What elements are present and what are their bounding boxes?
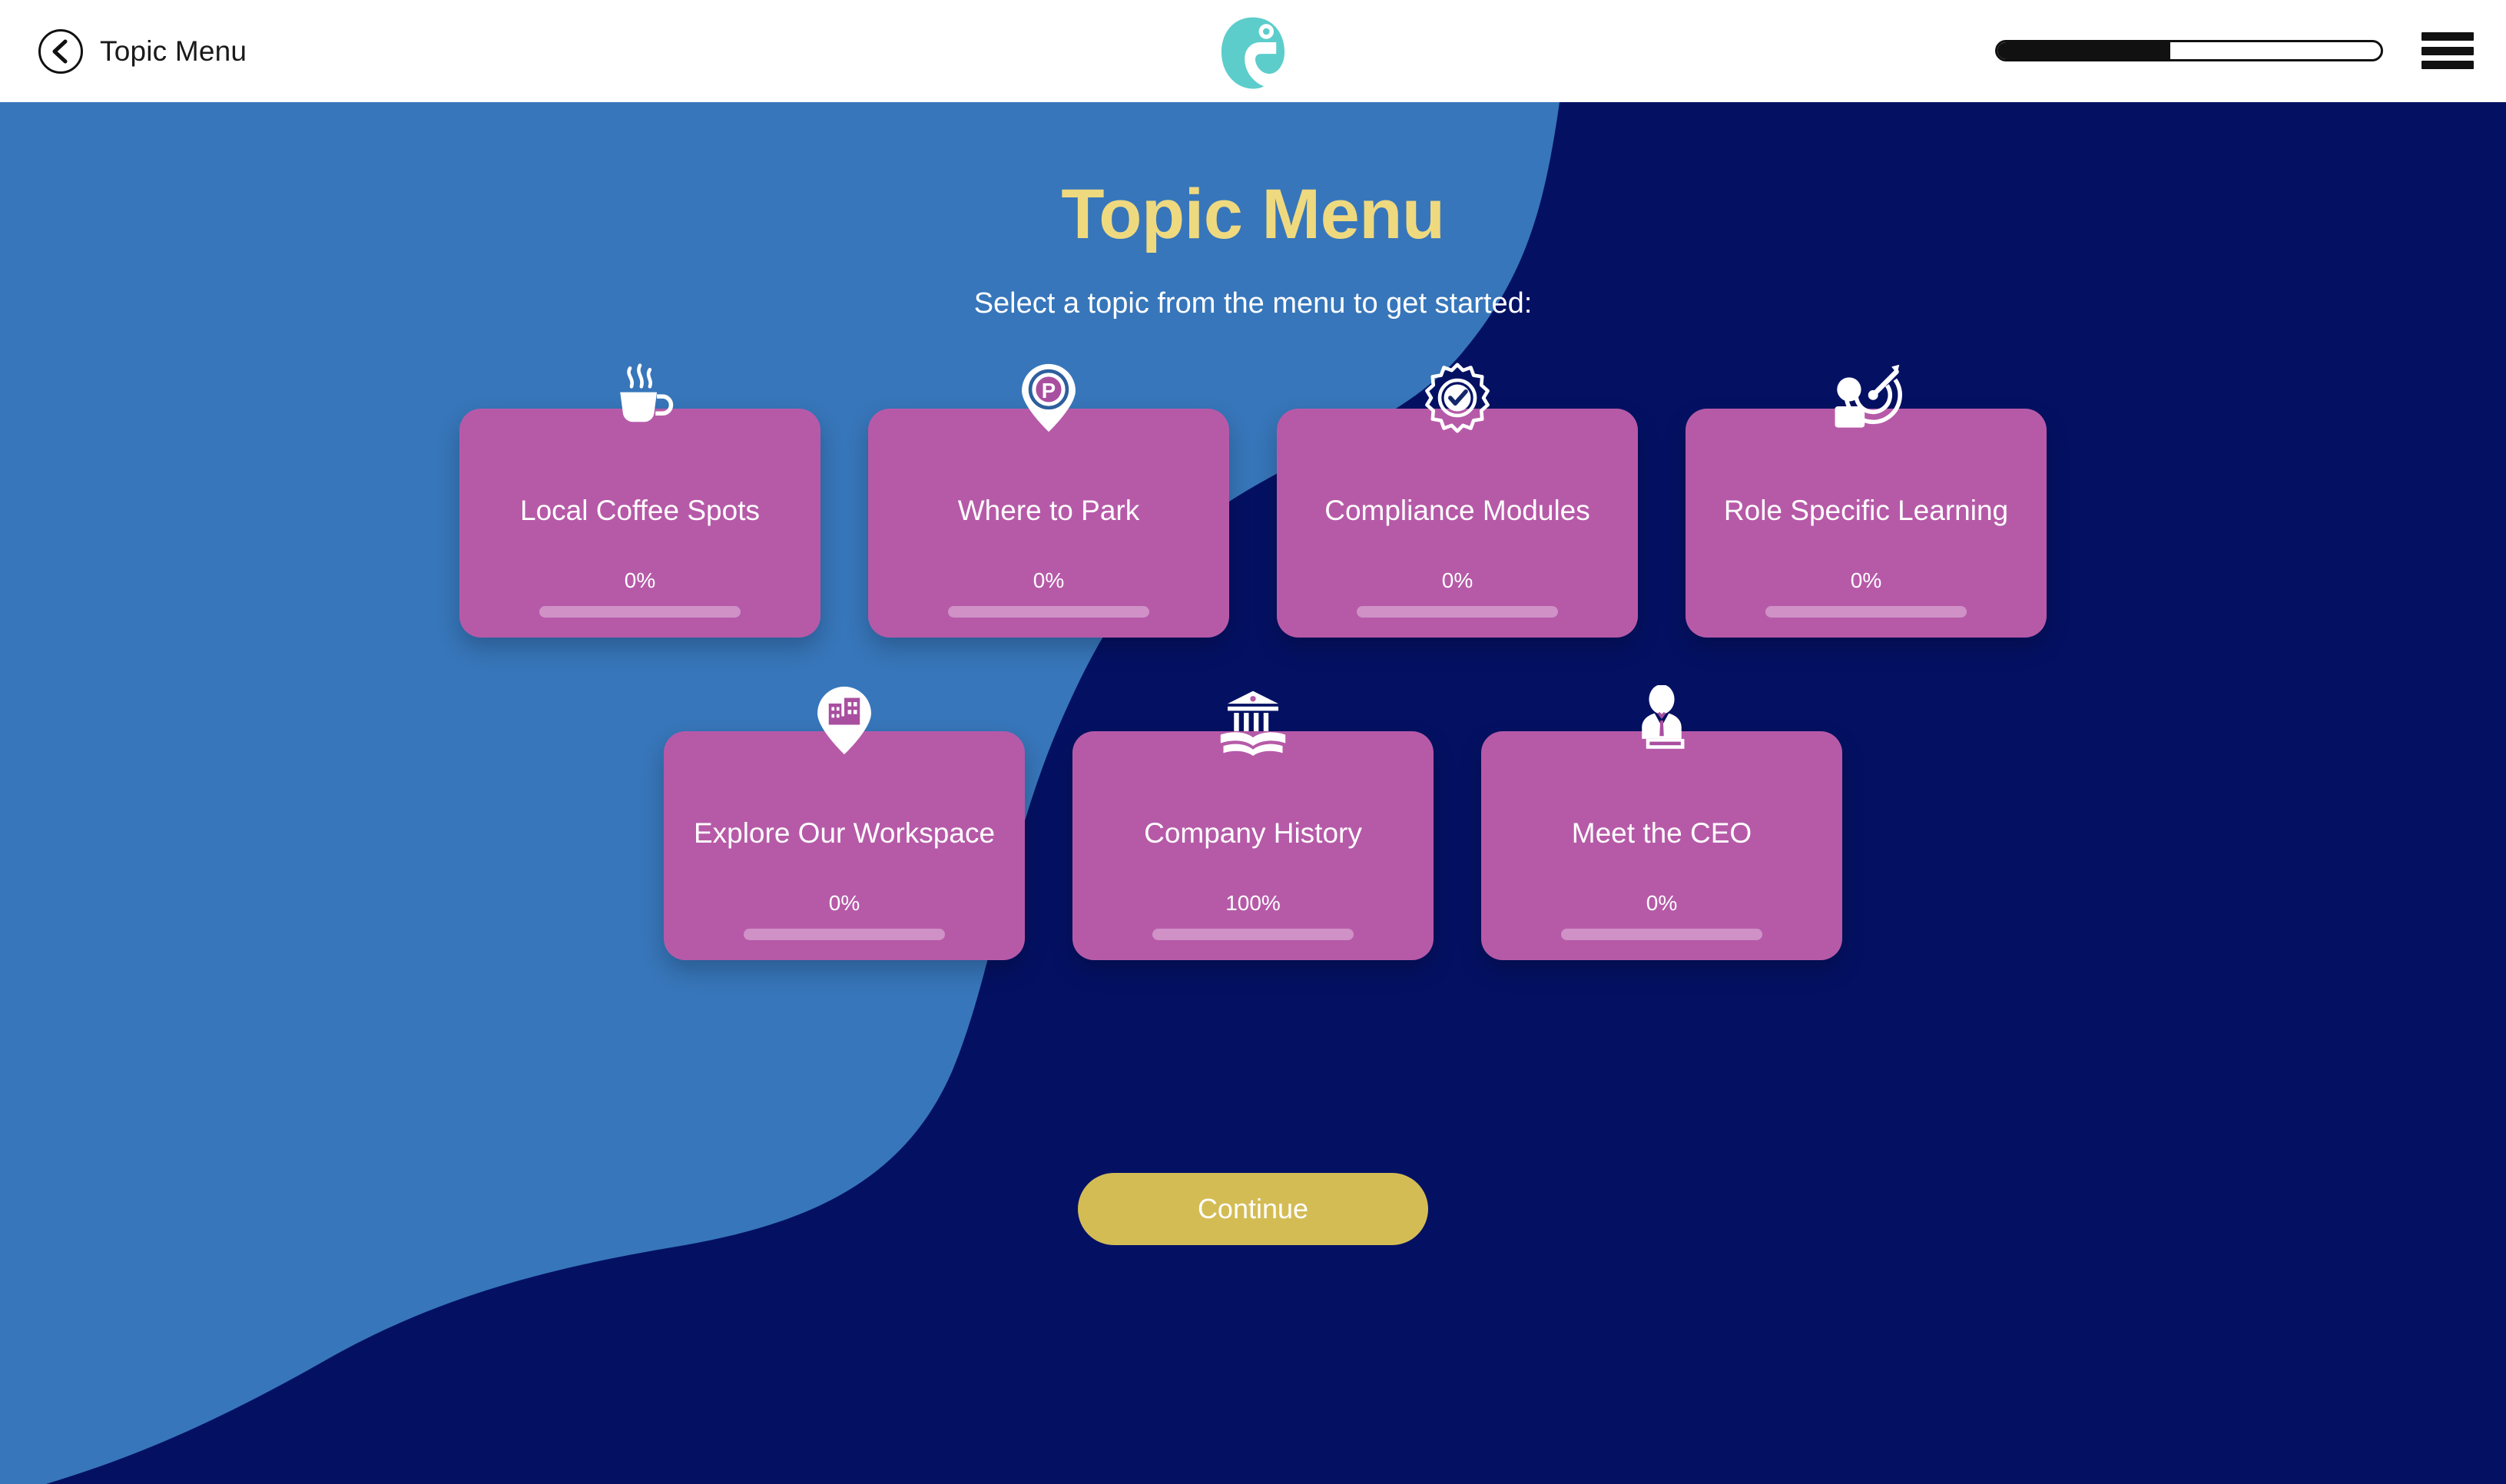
topic-card-percent: 100% [1225, 891, 1281, 915]
topic-card-compliance-modules[interactable]: Compliance Modules 0% [1277, 363, 1638, 638]
topic-card-progress-bar [1152, 929, 1354, 940]
back-button[interactable]: Topic Menu [38, 28, 247, 74]
topic-card-label: Compliance Modules [1324, 495, 1590, 526]
topic-card-label: Where to Park [957, 495, 1140, 526]
back-button-label: Topic Menu [100, 35, 247, 67]
topic-card-explore-our-workspace[interactable]: Explore Our Workspace 0% [664, 686, 1025, 960]
topic-card-percent: 0% [1441, 568, 1473, 592]
gear-check-icon [1420, 359, 1494, 433]
page-subtitle: Select a topic from the menu to get star… [973, 287, 1533, 320]
topic-card-label: Role Specific Learning [1723, 495, 2009, 526]
hamburger-bar [2421, 32, 2474, 41]
hamburger-menu-icon[interactable] [2421, 32, 2474, 69]
global-progress-bar [1995, 40, 2383, 61]
topic-card-progress-bar [1765, 606, 1967, 618]
topic-card-progress-bar [744, 929, 945, 940]
topic-card-label: Company History [1144, 817, 1362, 849]
topic-card-percent: 0% [1033, 568, 1065, 592]
topic-card-progress-bar [1357, 606, 1558, 618]
page-title: Topic Menu [1061, 175, 1445, 253]
app-header: Topic Menu [0, 0, 2506, 102]
topic-menu-content: Topic Menu Select a topic from the menu … [0, 0, 2506, 1382]
topic-card-label: Meet the CEO [1571, 817, 1752, 849]
topic-card-percent: 0% [624, 568, 656, 592]
topic-card-progress-bar [539, 606, 741, 618]
hamburger-bar [2421, 46, 2474, 55]
topic-card-label: Local Coffee Spots [520, 495, 760, 526]
topic-card-company-history[interactable]: Company History 100% [1072, 691, 1434, 960]
topic-card-where-to-park[interactable]: P Where to Park 0% [868, 363, 1229, 638]
topic-card-row-1: Local Coffee Spots 0% P Where to Park 0%… [0, 363, 2506, 638]
topic-card-progress-bar [1561, 929, 1762, 940]
topic-card-percent: 0% [828, 891, 860, 915]
topic-card-local-coffee-spots[interactable]: Local Coffee Spots 0% [459, 363, 820, 638]
businessman-podium-icon [1625, 682, 1699, 756]
coffee-cup-icon [603, 359, 677, 433]
topic-card-row-2: Explore Our Workspace 0% Company History… [0, 685, 2506, 960]
topic-card-label: Explore Our Workspace [693, 817, 996, 849]
hamburger-bar [2421, 61, 2474, 69]
topic-card-percent: 0% [1850, 568, 1882, 592]
chameleon-logo [1212, 11, 1294, 98]
person-target-icon [1829, 359, 1903, 433]
topic-card-progress-bar [948, 606, 1149, 618]
museum-book-icon [1216, 682, 1290, 756]
topic-card-meet-the-ceo[interactable]: Meet the CEO 0% [1481, 685, 1842, 960]
continue-button[interactable]: Continue [1078, 1173, 1428, 1245]
parking-pin-icon: P [1012, 359, 1086, 433]
svg-text:P: P [1042, 379, 1056, 402]
chevron-left-icon[interactable] [38, 28, 83, 74]
global-progress-fill [1997, 42, 2170, 59]
topic-card-role-specific-learning[interactable]: Role Specific Learning 0% [1686, 364, 2047, 638]
building-pin-icon [807, 682, 881, 756]
topic-card-percent: 0% [1646, 891, 1678, 915]
